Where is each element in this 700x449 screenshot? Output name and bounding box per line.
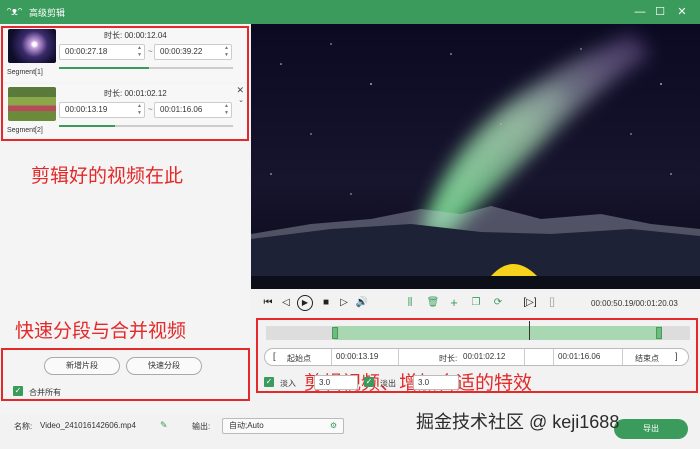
timeline-end-handle[interactable] [656, 327, 662, 339]
mark-in-icon[interactable]: [▷] [523, 296, 537, 310]
current-time: 00:00:50.19 [591, 299, 634, 308]
trim-duration-value: 00:01:02.12 [463, 352, 506, 361]
bracket-open-icon: [ [273, 351, 276, 361]
end-point-input[interactable]: 00:01:16.06 [553, 349, 623, 365]
start-point-button[interactable]: 起始点 [287, 353, 311, 364]
timeline-start-handle[interactable] [332, 327, 338, 339]
fade-out-checkbox[interactable]: ✓ [364, 377, 374, 387]
copy-icon[interactable]: ❐ [469, 296, 483, 310]
fade-out-label: 淡出 [380, 379, 396, 388]
output-select[interactable]: 自动;Auto ⚙ [222, 418, 344, 434]
edit-icon[interactable]: ✎ [160, 420, 168, 431]
playhead[interactable] [528, 321, 530, 340]
fade-in-value: 3.0 [319, 378, 331, 387]
output-value: 自动;Auto [229, 421, 264, 430]
reset-icon[interactable]: ⟳ [491, 296, 505, 310]
split-icon[interactable]: ⫼ [403, 296, 417, 310]
close-icon[interactable]: ✕ [674, 4, 690, 20]
end-point-value: 00:01:16.06 [558, 352, 601, 361]
end-point-button[interactable]: 结束点 [635, 353, 659, 364]
gear-icon[interactable]: ⚙ [330, 419, 337, 433]
trim-duration-label: 时长: [439, 354, 458, 363]
new-segment-button[interactable]: 新增片段 [44, 357, 120, 375]
trim-duration-input[interactable]: 00:01:02.12 [459, 349, 525, 365]
volume-icon[interactable]: 🔊 [355, 296, 369, 310]
step-back-icon[interactable]: ◁ [279, 296, 293, 310]
merge-all-label: 合并所有 [29, 388, 61, 397]
file-name: Video_241016142606.mp4 [40, 421, 136, 430]
name-label: 名称: [14, 422, 33, 431]
timeline[interactable] [266, 321, 690, 340]
title-bar: ᵔᴥᵔ 高级剪辑 — ☐ ✕ [0, 0, 700, 24]
start-point-input[interactable]: 00:00:13.19 [331, 349, 399, 365]
annotation-frame-segments [1, 26, 249, 141]
delete-icon[interactable]: 🗑 [426, 296, 440, 310]
window-title: 高级剪辑 [29, 7, 66, 18]
minimize-icon[interactable]: — [632, 4, 648, 20]
annotation-split-merge: 快速分段与合并视频 [15, 321, 187, 342]
stop-icon[interactable]: ■ [319, 296, 333, 310]
maximize-icon[interactable]: ☐ [652, 4, 668, 20]
add-icon[interactable]: + [447, 296, 461, 310]
watermark: 掘金技术社区 @ keji1688 [416, 412, 620, 432]
timeline-selection[interactable] [334, 326, 662, 340]
total-time: 00:01:20.03 [635, 299, 678, 308]
merge-all-checkbox[interactable]: ✓ [13, 386, 23, 396]
skip-start-icon[interactable]: ⏮ [261, 296, 275, 310]
aurora-frame [251, 24, 700, 289]
mark-out-icon[interactable]: [] [545, 296, 559, 310]
quick-split-button[interactable]: 快速分段 [126, 357, 202, 375]
fade-in-label: 淡入 [280, 379, 296, 388]
fade-in-checkbox[interactable]: ✓ [264, 377, 274, 387]
video-preview[interactable] [251, 24, 700, 289]
bracket-close-icon: ] [675, 351, 678, 361]
step-forward-icon[interactable]: ▷ [337, 296, 351, 310]
fade-out-input[interactable]: 3.0 [413, 375, 459, 390]
rabbit-icon: ᵔᴥᵔ [7, 6, 22, 18]
start-point-value: 00:00:13.19 [336, 352, 379, 361]
annotation-segments: 剪辑好的视频在此 [31, 166, 184, 187]
export-button[interactable]: 导出 [614, 419, 688, 439]
player-controls: ⏮ ◁ ▶ ■ ▷ 🔊 ⫼ 🗑 + ❐ ⟳ [▷] [] 00:00:50.19… [251, 292, 700, 316]
play-icon[interactable]: ▶ [297, 295, 313, 311]
time-readout: 00:00:50.19/00:01:20.03 [591, 299, 678, 308]
trim-row: [ 起始点 00:00:13.19 时长: 00:01:02.12 00:01:… [264, 348, 689, 366]
fade-in-input[interactable]: 3.0 [314, 375, 358, 390]
fade-out-value: 3.0 [418, 378, 430, 387]
output-label: 输出: [192, 422, 211, 431]
